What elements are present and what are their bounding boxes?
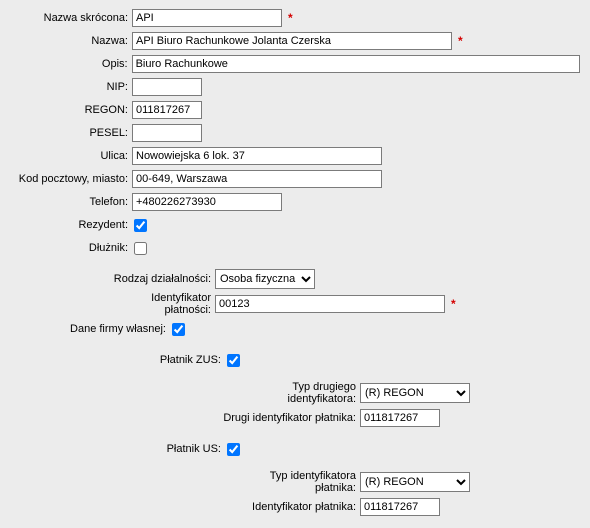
label-resident: Rezydent: [10,219,132,231]
phone-input[interactable] [132,193,282,211]
required-mark: * [452,34,463,48]
label-us-payer: Płatnik US: [10,443,225,455]
label-second-payer-id: Drugi identyfikator płatnika: [10,412,360,424]
payer-id-input[interactable] [360,498,440,516]
payment-id-input[interactable] [215,295,445,313]
zus-payer-checkbox[interactable] [227,354,240,367]
label-payer-id-type: Typ identyfikatorapłatnika: [10,470,360,494]
label-regon: REGON: [10,104,132,116]
pesel-input[interactable] [132,124,202,142]
label-activity-type: Rodzaj działalności: [10,273,215,285]
resident-checkbox[interactable] [134,219,147,232]
regon-input[interactable] [132,101,202,119]
second-payer-id-input[interactable] [360,409,440,427]
label-debtor: Dłużnik: [10,242,132,254]
desc-input[interactable] [132,55,580,73]
nip-input[interactable] [132,78,202,96]
debtor-checkbox[interactable] [134,242,147,255]
own-company-checkbox[interactable] [172,323,185,336]
street-input[interactable] [132,147,382,165]
label-phone: Telefon: [10,196,132,208]
short-name-input[interactable] [132,9,282,27]
label-zus-payer: Płatnik ZUS: [10,354,225,366]
label-short-name: Nazwa skrócona: [10,12,132,24]
name-input[interactable] [132,32,452,50]
label-desc: Opis: [10,58,132,70]
postal-city-input[interactable] [132,170,382,188]
label-pesel: PESEL: [10,127,132,139]
label-payer-id: Identyfikator płatnika: [10,501,360,513]
required-mark: * [282,11,293,25]
label-postal-city: Kod pocztowy, miasto: [10,173,132,185]
label-payment-id: Identyfikatorpłatności: [10,292,215,316]
label-name: Nazwa: [10,35,132,47]
required-mark: * [445,297,456,311]
label-own-company: Dane firmy własnej: [10,323,170,335]
second-id-type-select[interactable]: (R) REGON [360,383,470,403]
label-street: Ulica: [10,150,132,162]
label-second-id-type: Typ drugiegoidentyfikatora: [10,381,360,405]
label-nip: NIP: [10,81,132,93]
us-payer-checkbox[interactable] [227,443,240,456]
payer-id-type-select[interactable]: (R) REGON [360,472,470,492]
activity-type-select[interactable]: Osoba fizyczna [215,269,315,289]
